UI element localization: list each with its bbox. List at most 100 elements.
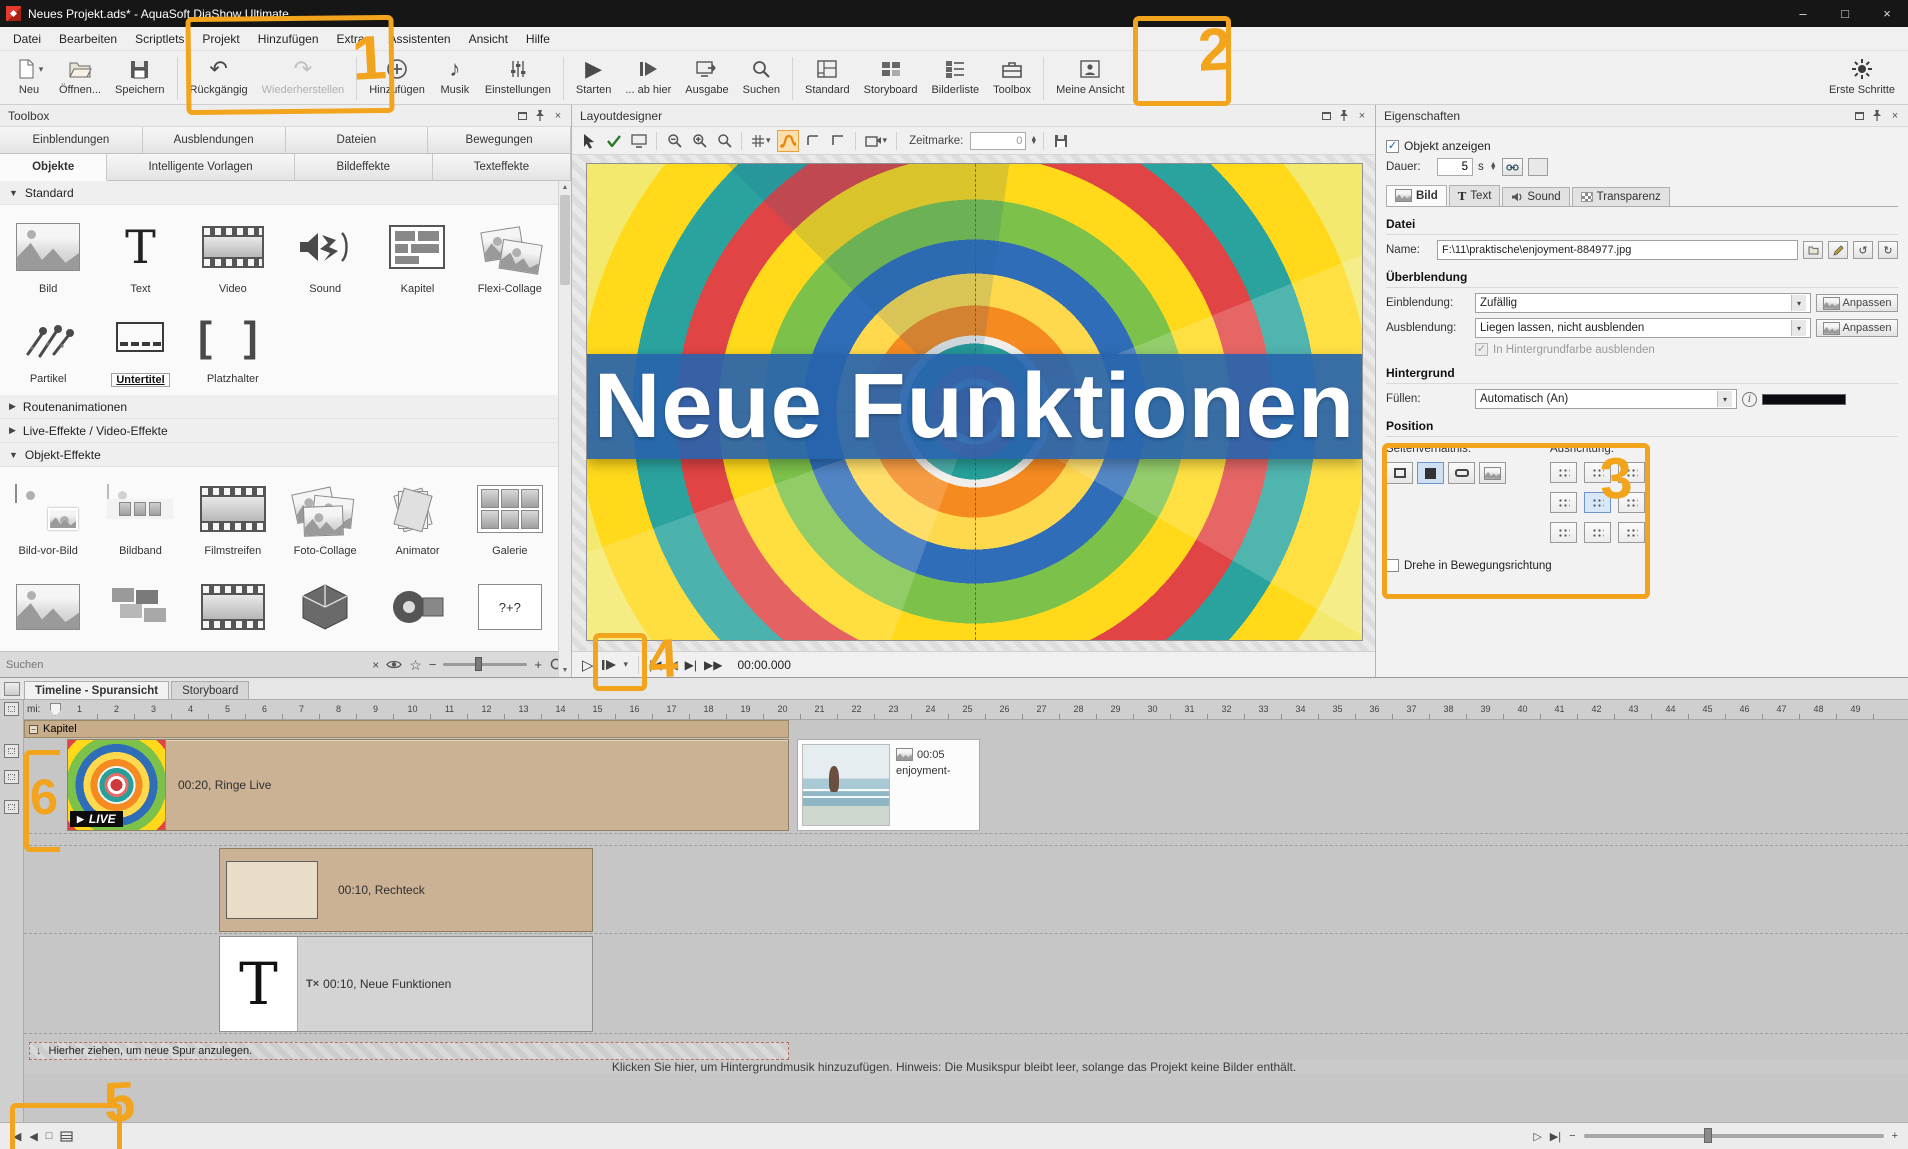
zeitmarke-input[interactable] [970, 132, 1026, 150]
aspect-stretch-button[interactable] [1448, 462, 1475, 484]
align-top-right-button[interactable] [1618, 462, 1645, 483]
section-objekt-effekte[interactable]: ▼ Objekt-Effekte [0, 443, 558, 467]
stop-button[interactable]: □ [46, 1130, 53, 1142]
slider-handle[interactable] [475, 657, 482, 671]
panel-maximize-icon[interactable] [1850, 108, 1868, 124]
panel-close-icon[interactable]: × [1886, 108, 1904, 124]
view-imagelist-button[interactable]: Bilderliste [924, 53, 986, 104]
scroll-up-icon[interactable]: ▲ [559, 181, 571, 194]
scroll-down-icon[interactable]: ▼ [559, 664, 571, 677]
preview-screen-button[interactable] [628, 130, 650, 152]
start-button[interactable]: ▶ Starten [569, 53, 618, 104]
maximize-button[interactable]: □ [1824, 0, 1866, 27]
step-back-button[interactable]: ◀ [29, 1130, 37, 1143]
zeitmarke-spinner[interactable]: ▲▼ [1030, 137, 1037, 145]
toolbox-item-flexi-collage[interactable]: Flexi-Collage [464, 209, 556, 299]
info-icon[interactable]: i [1742, 392, 1757, 407]
tab-transparenz[interactable]: Transparenz [1572, 187, 1670, 206]
fast-forward-button[interactable]: ▶▶ [704, 658, 722, 672]
motion-path-tool-button[interactable] [777, 130, 799, 152]
previous-frame-button[interactable]: ◀ [668, 658, 677, 672]
menu-item[interactable]: Projekt [193, 29, 248, 49]
toolbox-item-partikel[interactable]: Partikel [2, 299, 94, 391]
select-tool-button[interactable] [578, 130, 600, 152]
timeline-view-icon[interactable] [60, 1131, 73, 1142]
timeline-zoom-slider[interactable] [1584, 1134, 1884, 1138]
zoom-in-plus-icon[interactable]: + [534, 658, 542, 671]
angle-tool-button[interactable] [827, 130, 849, 152]
align-middle-right-button[interactable] [1618, 492, 1645, 513]
minimize-button[interactable]: – [1782, 0, 1824, 27]
slide-canvas[interactable]: Neue Funktionen [586, 163, 1363, 641]
tab-ausblendungen[interactable]: Ausblendungen [143, 127, 286, 154]
fade-in-select[interactable]: Zufällig▾ [1475, 293, 1811, 313]
tab-dateien[interactable]: Dateien [286, 127, 429, 154]
toolbox-item-platzhalter[interactable]: [ ] Platzhalter [187, 299, 279, 391]
apply-check-button[interactable] [603, 130, 625, 152]
align-middle-left-button[interactable] [1550, 492, 1577, 513]
panel-pin-icon[interactable] [1868, 108, 1886, 124]
chapter-bar[interactable]: − Kapitel [24, 720, 789, 738]
music-button[interactable]: ♪ Musik [432, 53, 478, 104]
aspect-custom-button[interactable] [1479, 462, 1506, 484]
clear-search-icon[interactable]: × [372, 659, 379, 671]
effect-item[interactable] [279, 569, 371, 643]
collapse-chapter-icon[interactable]: − [29, 725, 38, 734]
section-live-effekte[interactable]: ▶ Live-Effekte / Video-Effekte [0, 419, 558, 443]
panel-pin-icon[interactable] [1335, 108, 1353, 124]
play-from-here-button[interactable]: ... ab hier [618, 53, 678, 104]
preview-eye-icon[interactable] [386, 659, 402, 670]
view-toolbox-button[interactable]: Toolbox [986, 53, 1038, 104]
fit-track-height-icon[interactable] [4, 770, 19, 784]
menu-item[interactable]: Bearbeiten [50, 29, 126, 49]
effect-galerie[interactable]: Galerie [464, 471, 556, 561]
new-button[interactable]: ▾ Neu [6, 53, 52, 104]
effect-foto-collage[interactable]: Foto-Collage [279, 471, 371, 561]
align-bottom-center-button[interactable] [1584, 522, 1611, 543]
new-track-dropzone[interactable]: ↓ Hierher ziehen, um neue Spur anzulegen… [29, 1042, 789, 1060]
track-options-icon[interactable] [4, 702, 19, 716]
corner-tool-button[interactable] [802, 130, 824, 152]
menu-item[interactable]: Scriptlets [126, 29, 193, 49]
timeline-track-2[interactable]: 00:10, Rechteck [24, 846, 1908, 934]
background-music-track[interactable]: Klicken Sie hier, um Hintergrundmusik hi… [0, 1060, 1908, 1074]
align-center-button[interactable] [1584, 492, 1611, 513]
align-bottom-left-button[interactable] [1550, 522, 1577, 543]
rotate-left-button[interactable]: ↺ [1853, 241, 1873, 259]
zoom-out-minus-icon[interactable]: − [429, 658, 437, 671]
effect-bild-vor-bild[interactable]: Bild-vor-Bild [2, 471, 94, 561]
slide-title-text[interactable]: Neue Funktionen [594, 354, 1355, 459]
menu-item[interactable]: Assistenten [380, 29, 460, 49]
track-collapse-icon[interactable] [4, 744, 19, 758]
redo-button[interactable]: ↷ Wiederherstellen [255, 53, 352, 104]
skip-to-end-button[interactable]: ▶| [685, 658, 697, 672]
tab-objekte[interactable]: Objekte [0, 154, 107, 181]
output-button[interactable]: Ausgabe [678, 53, 735, 104]
clip-neue-funktionen[interactable]: T T× 00:10, Neue Funktionen [219, 936, 593, 1032]
thumbnail-size-slider[interactable] [443, 663, 527, 666]
panel-pin-icon[interactable] [531, 108, 549, 124]
tab-timeline-spuransicht[interactable]: Timeline - Spuransicht [24, 681, 169, 699]
section-routenanimationen[interactable]: ▶ Routenanimationen [0, 395, 558, 419]
title-band[interactable]: Neue Funktionen [587, 354, 1362, 459]
save-view-button[interactable] [1050, 130, 1072, 152]
toolbox-item-video[interactable]: Video [187, 209, 279, 299]
effect-animator[interactable]: Animator [371, 471, 463, 561]
search-button[interactable]: Suchen [736, 53, 787, 104]
duration-spinner[interactable]: ▲▼ [1490, 163, 1497, 171]
undo-button[interactable]: ↶ Rückgängig [183, 53, 255, 104]
align-top-left-button[interactable] [1550, 462, 1577, 483]
clip-enjoyment[interactable]: 00:05 enjoyment- [797, 739, 980, 831]
panel-close-icon[interactable]: × [1353, 108, 1371, 124]
align-bottom-right-button[interactable] [1618, 522, 1645, 543]
link-duration-button[interactable] [1502, 158, 1523, 176]
tab-bildeffekte[interactable]: Bildeffekte [295, 154, 433, 181]
section-standard[interactable]: ▼ Standard [0, 181, 558, 205]
settings-button[interactable]: Einstellungen [478, 53, 558, 104]
tab-intelligente-vorlagen[interactable]: Intelligente Vorlagen [107, 154, 294, 181]
tab-bild[interactable]: Bild [1386, 185, 1447, 206]
menu-item[interactable]: Hinzufügen [249, 29, 328, 49]
rotate-right-button[interactable]: ↻ [1878, 241, 1898, 259]
toolbox-item-text[interactable]: T Text [94, 209, 186, 299]
toolbox-scrollbar[interactable]: ▲ ▼ [558, 181, 571, 677]
